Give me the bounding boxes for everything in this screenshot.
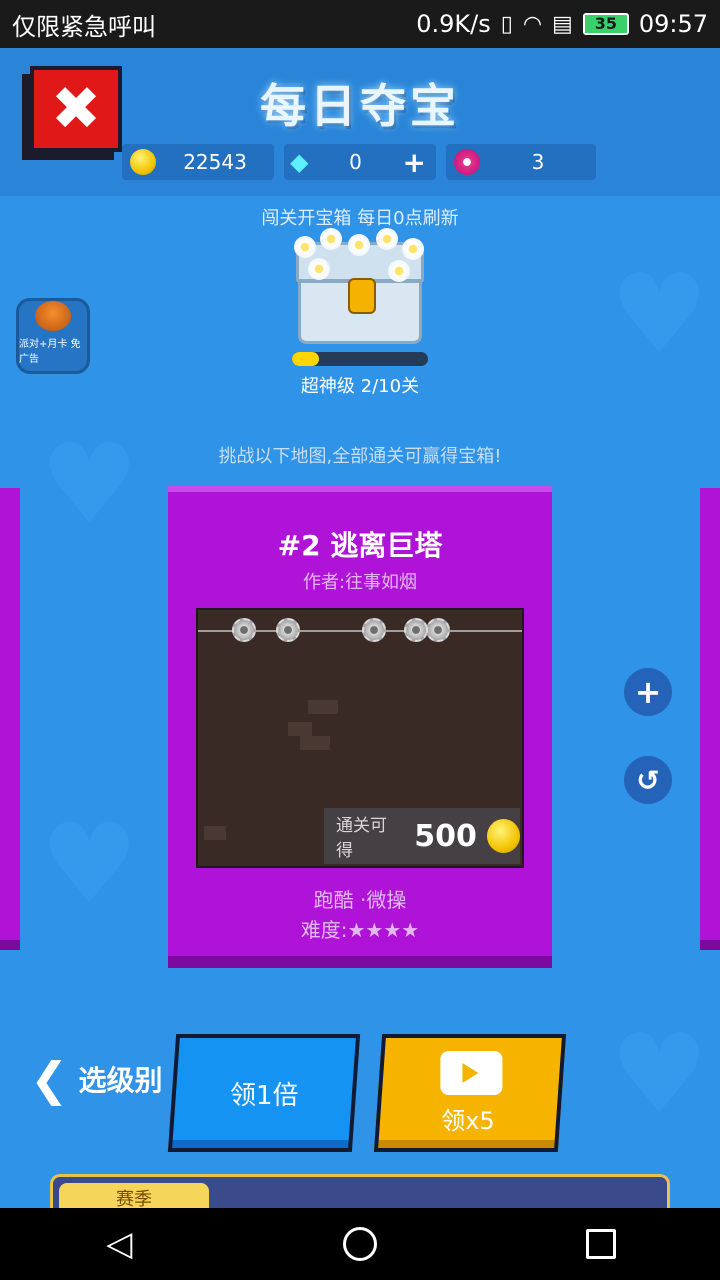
previous-card[interactable] xyxy=(0,488,20,950)
flower-counter: 3 xyxy=(446,144,596,180)
coin-icon xyxy=(486,819,520,853)
map-tags: 跑酷 ·微操 xyxy=(313,888,407,912)
status-bar: 仅限紧急呼叫 0.9K/s ▯ ◠ ▤ 35 09:57 xyxy=(0,0,720,48)
flower-decoration-icon xyxy=(320,228,342,250)
heart-decoration-icon: ♥ xyxy=(610,250,709,378)
brick xyxy=(204,826,226,840)
brick xyxy=(288,722,312,736)
coin-counter: 22543 xyxy=(122,144,274,180)
nav-back-icon[interactable]: ◁ xyxy=(104,1224,134,1264)
page-title: 每日夺宝 xyxy=(260,79,460,133)
nav-home-icon[interactable] xyxy=(342,1227,377,1261)
close-button[interactable]: ✖ xyxy=(30,66,122,152)
brick xyxy=(308,700,338,714)
history-icon: ↺ xyxy=(636,763,660,797)
flower-value: 3 xyxy=(531,150,545,174)
ad-free-badge[interactable]: 派对+月卡 免广告 xyxy=(16,298,90,374)
vibrate-icon: ▯ xyxy=(500,11,513,37)
plus-icon: + xyxy=(634,673,662,711)
claim-5x-button[interactable]: 领x5 xyxy=(373,1034,567,1152)
sim-icon: ▤ xyxy=(552,11,573,37)
heart-decoration-icon: ♥ xyxy=(610,1010,709,1138)
claim-1x-button[interactable]: 领1倍 xyxy=(167,1034,361,1152)
reward-label: 通关可得 xyxy=(336,816,387,861)
close-icon: ✖ xyxy=(50,74,102,144)
battery-icon: 35 xyxy=(582,13,629,35)
season-tag: 赛季 xyxy=(59,1183,209,1208)
treasure-chest[interactable] xyxy=(290,228,430,346)
flower-decoration-icon xyxy=(308,258,330,280)
heart-decoration-icon: ♥ xyxy=(40,800,139,928)
fox-avatar-icon xyxy=(35,301,71,331)
saw-icon xyxy=(232,618,256,642)
challenge-text: 挑战以下地图,全部通关可赢得宝箱! xyxy=(218,446,502,467)
lock-icon xyxy=(348,278,376,314)
map-preview: 通关可得 500 xyxy=(196,608,524,868)
reward-value: 500 xyxy=(414,818,477,854)
next-card[interactable] xyxy=(700,488,720,950)
heart-decoration-icon: ♥ xyxy=(40,420,139,548)
level-label: 超神级 2/10关 xyxy=(300,376,420,397)
reward-box: 通关可得 500 xyxy=(324,808,520,864)
saw-icon xyxy=(362,618,386,642)
back-label: 选级别 xyxy=(78,1064,163,1097)
map-title: #2 逃离巨塔 xyxy=(277,529,443,562)
saw-icon xyxy=(276,618,300,642)
coin-value: 22543 xyxy=(183,150,247,174)
flower-decoration-icon xyxy=(388,260,410,282)
claim-5x-label: 领x5 xyxy=(441,1106,495,1135)
history-button[interactable]: ↺ xyxy=(624,756,672,804)
saw-icon xyxy=(404,618,428,642)
claim-1x-label: 领1倍 xyxy=(229,1080,299,1111)
wifi-icon: ◠ xyxy=(522,11,543,37)
clock: 09:57 xyxy=(638,10,708,38)
gem-icon: ◆ xyxy=(290,148,309,176)
chest-progress-bar xyxy=(292,352,428,366)
back-button[interactable]: ❮ 选级别 xyxy=(30,1056,163,1102)
season-banner[interactable]: 赛季 xyxy=(50,1174,670,1208)
map-card[interactable]: #2 逃离巨塔 作者:往事如烟 通关可得 500 跑酷 ·微操 难度:★★★★ xyxy=(168,486,552,956)
progress-fill xyxy=(292,352,320,366)
video-icon xyxy=(440,1050,503,1095)
back-arrow-icon: ❮ xyxy=(30,1052,69,1106)
coin-icon xyxy=(130,149,156,175)
flower-decoration-icon xyxy=(348,234,370,256)
flower-decoration-icon xyxy=(294,236,316,258)
network-speed: 0.9K/s xyxy=(416,10,491,38)
brick xyxy=(300,736,330,750)
gem-counter: ◆ 0 + xyxy=(284,144,436,180)
header: ✖ 每日夺宝 22543 ◆ 0 + 3 xyxy=(0,48,720,196)
add-gems-button[interactable]: + xyxy=(403,146,426,179)
nav-recent-icon[interactable] xyxy=(585,1229,616,1259)
flower-icon xyxy=(454,149,480,175)
gem-value: 0 xyxy=(349,150,362,174)
ad-free-label: 派对+月卡 免广告 xyxy=(19,339,81,365)
flower-decoration-icon xyxy=(376,228,398,250)
map-difficulty: 难度:★★★★ xyxy=(300,918,420,942)
map-author: 作者:往事如烟 xyxy=(302,572,418,593)
flower-decoration-icon xyxy=(402,238,424,260)
carrier-text: 仅限紧急呼叫 xyxy=(12,12,156,41)
system-nav-bar: ◁ xyxy=(0,1208,720,1280)
add-button[interactable]: + xyxy=(624,668,672,716)
chest-notice: 闯关开宝箱 每日0点刷新 xyxy=(261,208,459,229)
saw-icon xyxy=(426,618,450,642)
